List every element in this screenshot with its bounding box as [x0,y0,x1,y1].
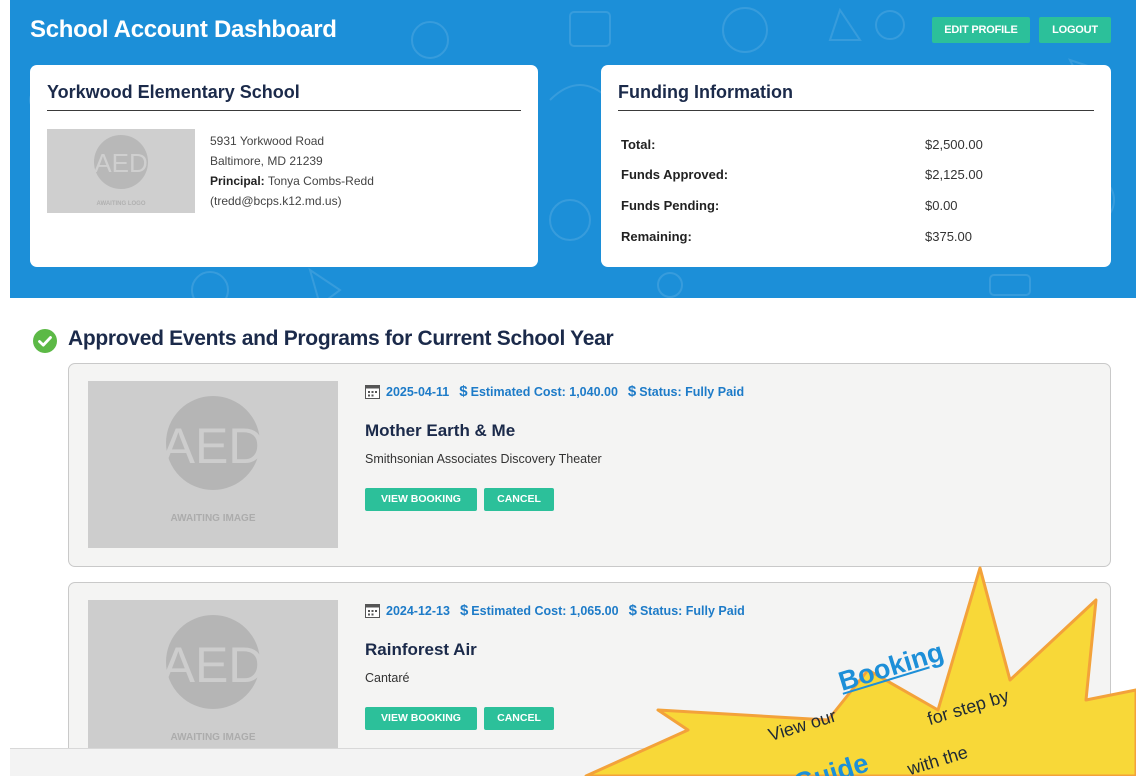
cancel-button[interactable]: CANCEL [484,707,554,730]
image-placeholder-caption: AWAITING IMAGE [171,513,256,524]
funding-title: Funding Information [618,82,1094,111]
principal-name: Tonya Combs-Redd [267,174,374,188]
view-booking-button[interactable]: VIEW BOOKING [365,707,477,730]
event-card: AED AWAITING IMAGE 2025-04-11 $ Estimated … [68,363,1111,567]
principal-label: Principal: [210,174,265,188]
image-placeholder-caption: AWAITING IMAGE [171,732,256,743]
school-logo-placeholder: AED AWAITING LOGO [47,129,195,213]
page-title: School Account Dashboard [30,16,337,43]
funding-row-total: Total: $2,500.00 [621,137,1094,157]
event-date: 2024-12-13 [386,604,450,618]
funding-info-card: Funding Information Total: $2,500.00 Fun… [601,65,1111,267]
image-placeholder-text: AED [162,418,265,474]
funding-value: $2,500.00 [925,137,983,152]
funding-row-approved: Funds Approved: $2,125.00 [621,167,1094,187]
event-cost: Estimated Cost: 1,040.00 [470,385,618,399]
principal-line: Principal: Tonya Combs-Redd [210,171,374,191]
event-organization: Smithsonian Associates Discovery Theater [365,452,602,466]
funding-row-remaining: Remaining: $375.00 [621,229,1094,249]
calendar-icon [365,604,380,618]
dollar-icon: $ [459,383,468,400]
cancel-button[interactable]: CANCEL [484,488,554,511]
event-organization: Cantaré [365,671,410,685]
image-placeholder-text: AED [162,637,265,693]
logo-placeholder-text: AED [94,148,147,178]
event-date: 2025-04-11 [386,385,450,399]
logout-button[interactable]: LOGOUT [1039,17,1111,43]
school-name: Yorkwood Elementary School [47,82,521,111]
funding-row-pending: Funds Pending: $0.00 [621,198,1094,218]
funding-label: Funds Approved: [621,167,729,182]
dollar-icon: $ [459,602,469,619]
event-image-placeholder: AED AWAITING IMAGE [88,381,338,548]
funding-label: Remaining: [621,229,692,244]
logo-placeholder-caption: AWAITING LOGO [97,201,146,207]
event-image-placeholder: AED AWAITING IMAGE [88,600,338,767]
school-address: 5931 Yorkwood Road Baltimore, MD 21239 P… [210,131,374,211]
dashboard-header-banner: School Account Dashboard EDIT PROFILE LO… [10,0,1136,298]
view-booking-button[interactable]: VIEW BOOKING [365,488,477,511]
funding-value: $2,125.00 [925,167,983,182]
section-title: Approved Events and Programs for Current… [68,327,614,350]
dollar-icon: $ [627,383,637,400]
principal-email[interactable]: (tredd@bcps.k12.md.us) [210,191,374,211]
funding-value: $0.00 [925,198,958,213]
calendar-icon [365,385,380,399]
funding-label: Funds Pending: [621,198,720,213]
event-title: Mother Earth & Me [365,421,516,440]
address-line-2: Baltimore, MD 21239 [210,154,323,168]
funding-label: Total: [621,137,656,152]
school-info-card: Yorkwood Elementary School AED AWAITING … [30,65,538,267]
edit-profile-button[interactable]: EDIT PROFILE [932,17,1030,43]
funding-value: $375.00 [925,229,972,244]
event-meta: 2025-04-11 $ Estimated Cost: 1,040.00 $ Stat… [365,383,754,400]
event-status: Status: Fully Paid [639,385,745,399]
event-title: Rainforest Air [365,640,477,659]
check-circle-icon [33,329,57,353]
address-line-1: 5931 Yorkwood Road [210,134,325,148]
